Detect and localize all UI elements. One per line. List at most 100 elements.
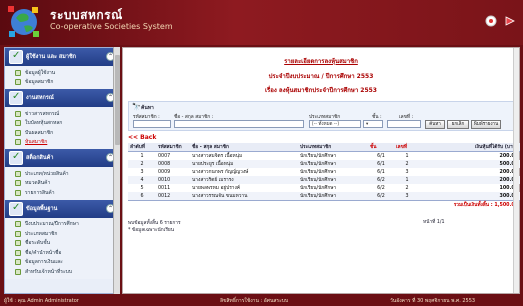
table-row[interactable]: 6 0012 นางสาวรรณจัน ขนมหวาน นักเรียน/นักศึก… [128,192,520,201]
cancel-button[interactable]: ยกเลิก [447,120,469,129]
sidebar-item-certificates[interactable]: ใบบัลหหุ้นสกหลก [15,119,119,129]
sidebar-item-product-types[interactable]: ประเภท/หน่วยสินค้า [15,169,119,179]
search-panel: 🔭 ค้นหา รหัสสมาชิก : ชื่อ - สกุล สมาชิก … [128,101,518,131]
table-cell: 6/1 [377,153,385,159]
table-cell: 200.00 [499,153,518,159]
sidebar-item-name-prefixes[interactable]: ชื่อ/คำนำหน้าชื่อ [15,248,119,258]
item-icon [15,110,21,117]
item-icon [15,79,21,86]
sidebar-item-users[interactable]: ข้อมูลผู้ใช้งาน [15,68,119,78]
scroll-thumb[interactable] [115,55,120,145]
sidebar-item-label: สำหรับเจ้าหน้าที่ระบบ [25,268,72,275]
table-cell: 6 [128,192,156,201]
pager[interactable]: หน้าที่ 1/1 [423,218,445,226]
search-button[interactable]: ค้นหา [425,120,445,129]
table-cell: 5 [140,185,144,191]
sidebar-item-products[interactable]: รายการสินค้า [15,188,119,198]
sidebar-group-header[interactable]: สต็อกสินค้า ⌃ [5,149,119,167]
table-row[interactable]: 1 0007 นางสาวสมจิตร เนื้อหนุ่ม นักเรียน/นัก… [128,152,520,161]
check-icon [9,50,23,64]
table-cell: 2 [405,185,409,191]
item-icon [15,249,21,256]
col-header[interactable]: เลขที่ [394,143,420,152]
sidebar-item-members[interactable]: ข้อมูลสมาชิก [15,78,119,88]
sidebar-item-class-names[interactable]: ชื่อระดับชั้น [15,239,119,249]
table-cell: นางสาวริตย์ เมรารง [190,176,298,184]
search-label: ค้นหา [141,105,154,111]
member-name-input[interactable] [174,120,304,128]
sidebar-item-fiscal-year[interactable]: ปีงบประมาณ/ปีการศึกษา [15,220,119,230]
sidebar-scrollbar[interactable] [113,47,120,294]
page-subtitle: ประจำปีงบประมาณ / ปีการศึกษา 2553 [268,73,374,80]
member-code-input[interactable] [133,120,171,128]
table-cell: นักเรียน/นักศึกษา [300,186,337,191]
sidebar-item-label: ปันผลสมาชิก [25,129,54,136]
sidebar-group-header[interactable]: ข้อมูลพื้นฐาน ⌃ [5,199,119,218]
sidebar-item-finance[interactable]: ข้อมูลการเงินและ [15,258,119,268]
sidebar-item-news[interactable]: ข่าวสารสหกรณ์ [15,109,119,119]
item-icon [15,221,21,228]
item-icon [15,129,21,136]
number-input[interactable] [387,120,421,128]
item-icon [15,230,21,237]
sidebar-group-header[interactable]: ผู้ใช้งาน และ สมาชิก ⌃ [5,48,119,66]
member-type-select[interactable]: [-- ทั้งหมด --] [309,120,361,128]
table-cell: 500.00 [420,160,520,168]
sidebar-group-header[interactable]: งานสหกรณ์ ⌃ [5,89,119,107]
sidebar-item-admin[interactable]: สำหรับเจ้าหน้าที่ระบบ [15,267,119,277]
back-link[interactable]: << Back [128,134,156,141]
table-cell: 2 [128,160,156,168]
check-icon [9,91,23,105]
table-row[interactable]: 4 0010 นางสาวริตย์ เมรารง นักเรียน/นักศึกษา… [128,176,520,184]
sidebar: ผู้ใช้งาน และ สมาชิก ⌃ ข้อมูลผู้ใช้งาน ข… [4,47,120,294]
sidebar-item-label: ใบบัลหหุ้นสกหลก [25,120,63,127]
table-row[interactable]: 2 0008 นายประยูร เนื้อหนุ่ม นักเรียน/นักศึก… [128,160,520,168]
col-header[interactable]: เงินหุ้นที่ได้รับ (บาท) [420,143,520,152]
col-header[interactable]: ลำดับที่ [128,143,156,152]
table-cell: 0010 [156,176,190,184]
col-header[interactable]: ชื่อ - สกุล สมาชิก [190,143,298,152]
item-icon [15,69,21,76]
table-total-row: รวมเป็นเงินทั้งสิ้น : 1,500.00 [128,200,520,209]
table-cell: นายประยูร เนื้อหนุ่ม [190,160,298,168]
item-icon [15,139,21,146]
table-cell: 2 [394,160,420,168]
sidebar-item-label: ข่าวสารสหกรณ์ [25,110,60,117]
table-cell: 6/2 [368,192,394,201]
main-scrollbar[interactable] [513,48,519,293]
current-date: วันอังคาร ที่ 30 พฤศจิกายน พ.ศ. 2553 [390,298,476,304]
table-cell: 6/2 [377,185,385,191]
col-header[interactable]: ชั้น [368,143,394,152]
settings-icon[interactable] [484,14,498,28]
table-cell: นักเรียน/นักศึกษา [298,192,368,201]
page-title: รายละเอียดการลงหุ้นสมาชิก [284,58,358,65]
total-amount: รวมเป็นเงินทั้งสิ้น : 1,500.00 [128,200,520,209]
table-cell: 200.00 [499,169,518,175]
col-header[interactable]: รหัสสมาชิก [156,143,190,152]
table-row[interactable]: 5 0011 นายพลพรหม อยู่ปรางค์ นักเรียน/นักศึก… [128,184,520,192]
sidebar-item-label: ข้อมูลผู้ใช้งาน [25,69,56,76]
col-header[interactable]: ประเภทสมาชิก [298,143,368,152]
sidebar-item-member-types[interactable]: ประเภทสมาชิก [15,229,119,239]
table-cell: 0009 [158,169,171,175]
item-icon [15,259,21,266]
logo-icon [8,6,39,37]
user-info: ผู้ใช้ : คุณ Admin Administrator [4,298,79,304]
sidebar-item-member-shares[interactable]: หุ้นสมาชิก [15,138,119,148]
item-icon [15,189,21,196]
table-row[interactable]: 3 0009 นางสาวกนกพร กัญญ์ญวงษ์ นักเรียน/นักศ… [128,168,520,176]
table-header-row: ลำดับที่ รหัสสมาชิก ชื่อ - สกุล สมาชิก ป… [128,143,520,152]
table-cell: นางสาวสมจิตร เนื้อหนุ่ม [192,154,243,159]
table-cell: 1 [394,176,420,184]
sidebar-item-label: ปีงบประมาณ/ปีการศึกษา [25,221,79,228]
sidebar-item-dividends[interactable]: ปันผลสมาชิก [15,128,119,138]
table-cell: นางสาวกนกพร กัญญ์ญวงษ์ [192,170,249,175]
sidebar-item-product-categories[interactable]: หมวดสินค้า [15,179,119,189]
logout-icon[interactable] [503,14,517,28]
class-select[interactable]: ▾ [363,120,383,128]
print-report-button[interactable]: พิมพ์รายงาน [471,120,501,129]
table-cell: นักเรียน/นักศึกษา [300,154,337,159]
check-icon [9,151,23,165]
status-bar: ผู้ใช้ : คุณ Admin Administrator ลิขสิทธ… [0,295,523,306]
table-cell: นักเรียน/นักศึกษา [300,170,337,175]
